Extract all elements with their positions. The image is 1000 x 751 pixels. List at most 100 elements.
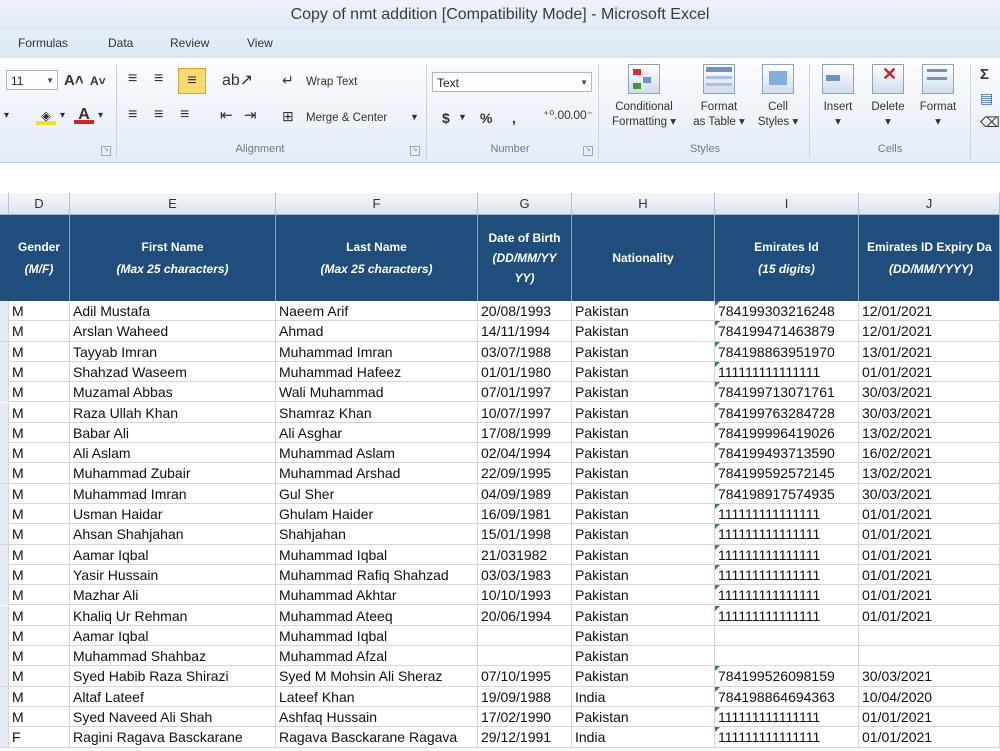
merge-center-button[interactable]: Merge & Center [306,112,387,124]
table-cell[interactable]: Muhammad Imran [70,483,276,504]
table-cell[interactable]: 13/02/2021 [859,463,1000,484]
orientation-icon[interactable]: ab↗ [222,70,253,90]
shrink-font-icon[interactable]: A˅ [90,74,106,88]
align-middle-icon[interactable]: ≡ [154,70,163,88]
table-cell[interactable]: 29/12/1991 [478,727,572,748]
table-cell[interactable]: 17/08/1999 [478,422,572,443]
table-cell[interactable]: Pakistan [572,585,715,606]
fill-icon[interactable]: ▤ [980,90,993,107]
table-cell[interactable]: F [9,727,70,748]
table-cell[interactable]: Shahzad Waseem [70,361,276,382]
table-cell[interactable]: Ali Asghar [276,422,478,443]
table-cell[interactable]: Pakistan [572,382,715,403]
table-cell[interactable]: 111111111111111 [715,544,859,565]
table-cell[interactable]: 01/01/2021 [859,605,1000,626]
table-cell[interactable]: Mazhar Ali [70,585,276,606]
table-cell[interactable]: M [9,483,70,504]
table-cell[interactable]: Pakistan [572,402,715,423]
table-cell[interactable]: 01/01/1980 [478,361,572,382]
table-cell[interactable]: 03/07/1988 [478,341,572,362]
table-cell[interactable]: 01/01/2021 [859,524,1000,545]
table-cell[interactable]: Pakistan [572,301,715,321]
table-cell[interactable]: M [9,646,70,667]
table-cell[interactable]: Muhammad Iqbal [276,544,478,565]
increase-decimal-icon[interactable]: ⁺⁰.00 [543,108,571,122]
table-cell[interactable]: 01/01/2021 [859,585,1000,606]
table-cell[interactable]: Pakistan [572,564,715,585]
table-cell[interactable]: M [9,707,70,727]
align-bottom-icon[interactable]: ≡ [178,68,206,94]
table-cell[interactable]: Ahmad [276,321,478,342]
header-cell-date-of-birth[interactable]: Date of Birth (DD/MM/YY YY) [478,215,572,301]
table-cell[interactable]: M [9,504,70,524]
grow-font-icon[interactable]: A˄ [64,72,84,89]
table-cell[interactable]: Babar Ali [70,422,276,443]
insert-button[interactable]: Insert ▾ [814,64,862,130]
table-cell[interactable]: Pakistan [572,666,715,687]
table-cell[interactable]: Syed M Mohsin Ali Sheraz [276,666,478,687]
format-button[interactable]: Format ▾ [914,64,962,130]
row-header[interactable] [0,707,9,727]
table-cell[interactable]: Ragini Ragava Basckarane [70,727,276,748]
comma-button[interactable]: , [512,110,516,126]
tab-review[interactable]: Review [170,36,209,50]
table-cell[interactable]: M [9,341,70,362]
row-header[interactable] [0,382,9,403]
table-cell[interactable]: M [9,361,70,382]
table-cell[interactable]: Khaliq Ur Rehman [70,605,276,626]
table-cell[interactable]: Ahsan Shahjahan [70,524,276,545]
table-cell[interactable]: M [9,422,70,443]
table-cell[interactable]: M [9,382,70,403]
column-header-i[interactable]: I [715,193,859,214]
column-header-g[interactable]: G [478,193,572,214]
table-cell[interactable]: Ghulam Haider [276,504,478,524]
table-cell[interactable]: Muhammad Arshad [276,463,478,484]
table-cell[interactable] [715,625,859,646]
table-cell[interactable]: 03/03/1983 [478,564,572,585]
table-cell[interactable]: 30/03/2021 [859,666,1000,687]
currency-dropdown-icon[interactable]: ▼ [458,112,467,122]
table-cell[interactable]: Pakistan [572,483,715,504]
row-header[interactable] [0,524,9,545]
row-header[interactable] [0,321,9,342]
table-cell[interactable]: Muhammad Aslam [276,443,478,464]
table-cell[interactable]: Muhammad Iqbal [276,625,478,646]
table-cell[interactable]: M [9,605,70,626]
row-header[interactable] [0,564,9,585]
align-right-icon[interactable]: ≡ [180,106,189,124]
row-header[interactable] [0,727,9,748]
table-cell[interactable]: Pakistan [572,443,715,464]
cell-styles-button[interactable]: Cell Styles ▾ [752,64,804,130]
table-cell[interactable]: Naeem Arif [276,301,478,321]
header-cell-gender[interactable]: Gender (M/F) [9,215,70,301]
table-cell[interactable]: Muhammad Akhtar [276,585,478,606]
table-cell[interactable]: 111111111111111 [715,707,859,727]
table-cell[interactable]: India [572,727,715,748]
table-cell[interactable]: Muhammad Rafiq Shahzad [276,564,478,585]
tab-formulas[interactable]: Formulas [18,36,68,50]
table-cell[interactable]: Ali Aslam [70,443,276,464]
decrease-decimal-icon[interactable]: .00⁻ [570,108,593,122]
column-header-f[interactable]: F [276,193,478,214]
font-color-dropdown-icon[interactable]: ▾ [98,110,103,121]
row-header[interactable] [0,361,9,382]
table-cell[interactable]: 30/03/2021 [859,402,1000,423]
table-cell[interactable]: 02/04/1994 [478,443,572,464]
table-cell[interactable]: Aamar Iqbal [70,544,276,565]
row-header[interactable] [0,605,9,626]
table-cell[interactable]: 17/02/1990 [478,707,572,727]
table-cell[interactable] [859,646,1000,667]
table-cell[interactable]: Pakistan [572,341,715,362]
merge-dropdown-icon[interactable]: ▼ [410,112,419,122]
header-cell-first-name[interactable]: First Name (Max 25 characters) [70,215,276,301]
table-cell[interactable] [715,646,859,667]
table-cell[interactable]: 10/10/1993 [478,585,572,606]
wrap-text-icon[interactable]: ↵ [282,72,294,89]
table-cell[interactable]: 12/01/2021 [859,321,1000,342]
table-cell[interactable]: Pakistan [572,504,715,524]
table-cell[interactable]: 111111111111111 [715,564,859,585]
tab-view[interactable]: View [247,36,273,50]
table-cell[interactable]: 21/031982 [478,544,572,565]
table-cell[interactable]: Muhammad Zubair [70,463,276,484]
table-cell[interactable]: 10/07/1997 [478,402,572,423]
